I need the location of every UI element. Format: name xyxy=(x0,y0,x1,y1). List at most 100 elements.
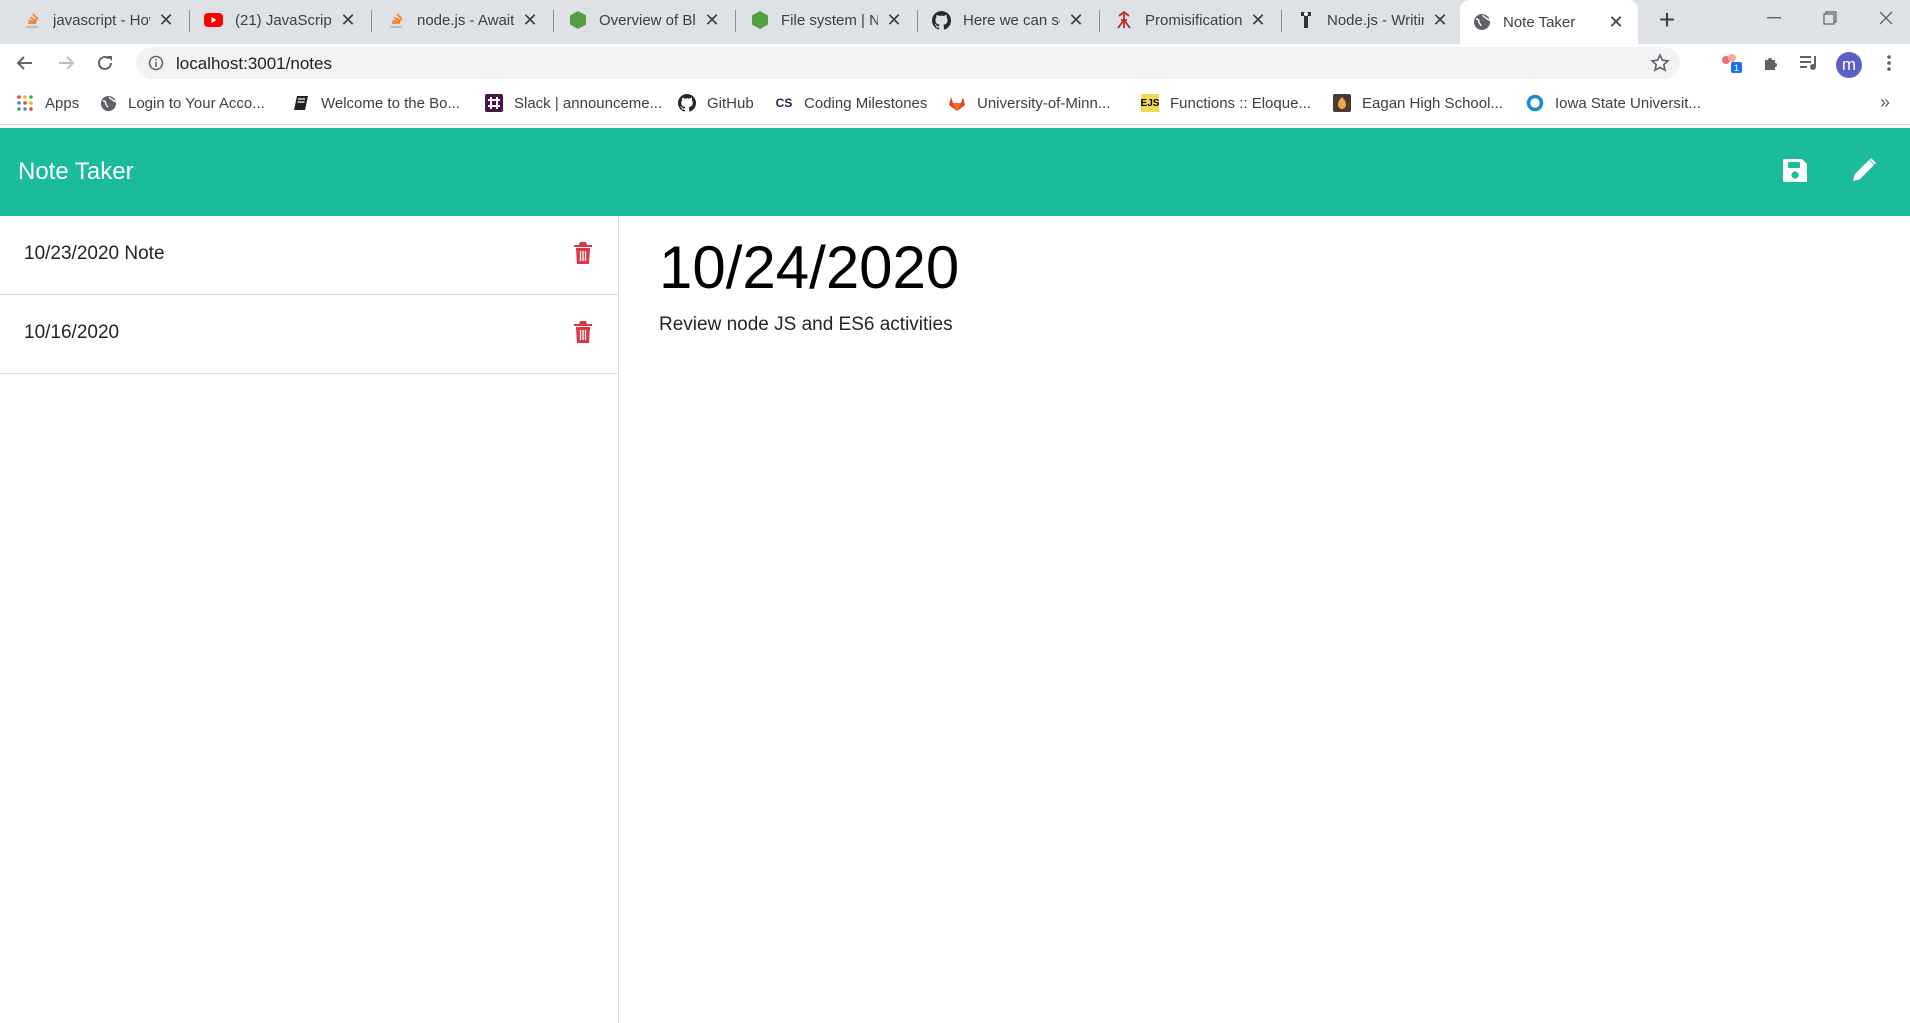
new-tab-button[interactable]: + xyxy=(1654,4,1680,36)
tab-7[interactable]: Promisification ✕ xyxy=(1102,0,1280,40)
list-item[interactable]: 10/23/2020 Note xyxy=(0,216,618,295)
tutorialspoint-icon xyxy=(1296,11,1315,30)
bookmark-label: Eagan High School... xyxy=(1362,94,1503,112)
book-icon xyxy=(292,94,310,112)
puzzle-icon[interactable] xyxy=(1756,47,1786,79)
tab-separator xyxy=(1099,10,1100,32)
gitlab-icon xyxy=(948,94,966,112)
bookmark-coding-milestones[interactable]: CS Coding Milestones xyxy=(775,92,928,114)
github-icon xyxy=(678,94,696,112)
slack-icon xyxy=(485,94,503,112)
tab-strip: javascript - How ✕ (21) JavaScript ✕ nod… xyxy=(0,0,1910,44)
back-button[interactable] xyxy=(9,47,41,79)
trash-icon[interactable] xyxy=(571,318,595,346)
bookmark-star-icon[interactable] xyxy=(1650,53,1670,78)
save-icon xyxy=(1781,156,1809,189)
bookmark-slack[interactable]: Slack | announceme... xyxy=(485,92,662,114)
bookmark-welcome[interactable]: Welcome to the Bo... xyxy=(292,92,460,114)
media-control-icon[interactable] xyxy=(1794,47,1824,79)
tab-title: Overview of Blo xyxy=(599,11,696,29)
tab-title: Here we can se xyxy=(963,11,1060,29)
close-icon[interactable]: ✕ xyxy=(1066,10,1086,31)
reload-button[interactable] xyxy=(89,47,121,79)
tab-separator xyxy=(917,10,918,32)
bookmark-iowa-state[interactable]: Iowa State Universit... xyxy=(1526,92,1701,114)
minimize-button[interactable] xyxy=(1746,0,1802,36)
tab-6[interactable]: Here we can se ✕ xyxy=(920,0,1098,40)
note-title: 10/23/2020 Note xyxy=(24,243,165,264)
tab-title: Node.js - Writin xyxy=(1327,11,1424,29)
tab-5[interactable]: File system | No ✕ xyxy=(738,0,916,40)
bookmarks-overflow-button[interactable]: » xyxy=(1880,92,1890,113)
tab-separator xyxy=(735,10,736,32)
bookmark-label: Welcome to the Bo... xyxy=(321,94,460,112)
save-note-button[interactable] xyxy=(1778,154,1812,190)
github-icon xyxy=(932,10,951,30)
tab-2[interactable]: (21) JavaScript ✕ xyxy=(192,0,370,40)
bookmark-eagan-high[interactable]: Eagan High School... xyxy=(1333,92,1503,114)
menu-icon[interactable] xyxy=(1874,47,1904,79)
bookmark-label: University-of-Minn... xyxy=(977,94,1111,112)
window-close-button[interactable] xyxy=(1858,0,1910,36)
nodejs-icon xyxy=(568,11,587,30)
stackoverflow-icon xyxy=(386,11,405,30)
bookmark-umn-gitlab[interactable]: University-of-Minn... xyxy=(948,92,1110,114)
pencil-icon xyxy=(1849,155,1879,190)
note-title-input[interactable]: 10/24/2020 xyxy=(659,228,959,308)
bookmark-github[interactable]: GitHub xyxy=(678,92,754,114)
tab-separator xyxy=(189,10,190,32)
tab-title: node.js - Await xyxy=(417,11,514,29)
note-text-area[interactable]: Review node JS and ES6 activities xyxy=(659,314,953,336)
bookmark-label: Slack | announceme... xyxy=(514,94,663,112)
info-icon[interactable] xyxy=(148,55,164,76)
tab-8[interactable]: Node.js - Writin ✕ xyxy=(1284,0,1462,40)
tab-title: File system | No xyxy=(781,11,878,29)
address-bar[interactable]: localhost:3001/notes xyxy=(136,47,1680,79)
tab-3[interactable]: node.js - Await ✕ xyxy=(374,0,552,40)
app-navbar: Note Taker xyxy=(0,128,1910,216)
close-icon[interactable]: ✕ xyxy=(884,10,904,31)
close-icon[interactable]: ✕ xyxy=(338,10,358,31)
close-icon[interactable]: ✕ xyxy=(156,10,176,31)
bookmark-label: Apps xyxy=(45,94,80,112)
globe-icon xyxy=(99,94,117,112)
bookmark-label: Iowa State Universit... xyxy=(1555,94,1701,112)
tab-separator xyxy=(1281,10,1282,32)
browser-toolbar: localhost:3001/notes xyxy=(0,44,1910,82)
tab-separator xyxy=(371,10,372,32)
tab-note-taker[interactable]: Note Taker ✕ xyxy=(1460,0,1638,44)
globe-icon xyxy=(1472,13,1491,32)
close-icon[interactable]: ✕ xyxy=(520,10,540,31)
cs-icon: CS xyxy=(775,96,793,110)
bookmark-eloquent-js[interactable]: EJS Functions :: Eloque... xyxy=(1141,92,1311,114)
youtube-icon xyxy=(204,11,223,30)
ejs-icon: EJS xyxy=(1141,94,1159,112)
close-icon[interactable]: ✕ xyxy=(702,10,722,31)
bookmark-label: Functions :: Eloque... xyxy=(1170,94,1311,112)
note-editor: 10/24/2020 Review node JS and ES6 activi… xyxy=(619,216,1910,1023)
list-item[interactable]: 10/16/2020 xyxy=(0,295,618,374)
stackoverflow-icon xyxy=(22,11,41,30)
tab-title: javascript - How xyxy=(53,11,150,29)
school-icon xyxy=(1333,94,1351,112)
tab-1[interactable]: javascript - How ✕ xyxy=(10,0,188,40)
apps-grid-icon xyxy=(16,94,34,112)
forward-button[interactable] xyxy=(50,47,82,79)
bookmark-login[interactable]: Login to Your Acco... xyxy=(99,92,265,114)
avatar[interactable]: m xyxy=(1836,52,1862,78)
close-icon[interactable]: ✕ xyxy=(1248,10,1268,31)
new-note-button[interactable] xyxy=(1847,154,1881,190)
tab-4[interactable]: Overview of Blo ✕ xyxy=(556,0,734,40)
app-title[interactable]: Note Taker xyxy=(18,158,134,186)
extension-icon[interactable]: 1 xyxy=(1716,47,1746,79)
trash-icon[interactable] xyxy=(571,239,595,267)
close-icon[interactable]: ✕ xyxy=(1430,10,1450,31)
bookmark-label: Coding Milestones xyxy=(804,94,928,112)
note-list: 10/23/2020 Note 10/16/2020 xyxy=(0,216,619,1023)
bookmark-apps[interactable]: Apps xyxy=(16,92,79,114)
bookmarks-bar: Apps Login to Your Acco... Welcome to th… xyxy=(0,82,1910,125)
tab-title: (21) JavaScript xyxy=(235,11,332,29)
restore-button[interactable] xyxy=(1802,0,1858,36)
close-icon[interactable]: ✕ xyxy=(1606,12,1626,33)
bookmark-label: Login to Your Acco... xyxy=(128,94,265,112)
